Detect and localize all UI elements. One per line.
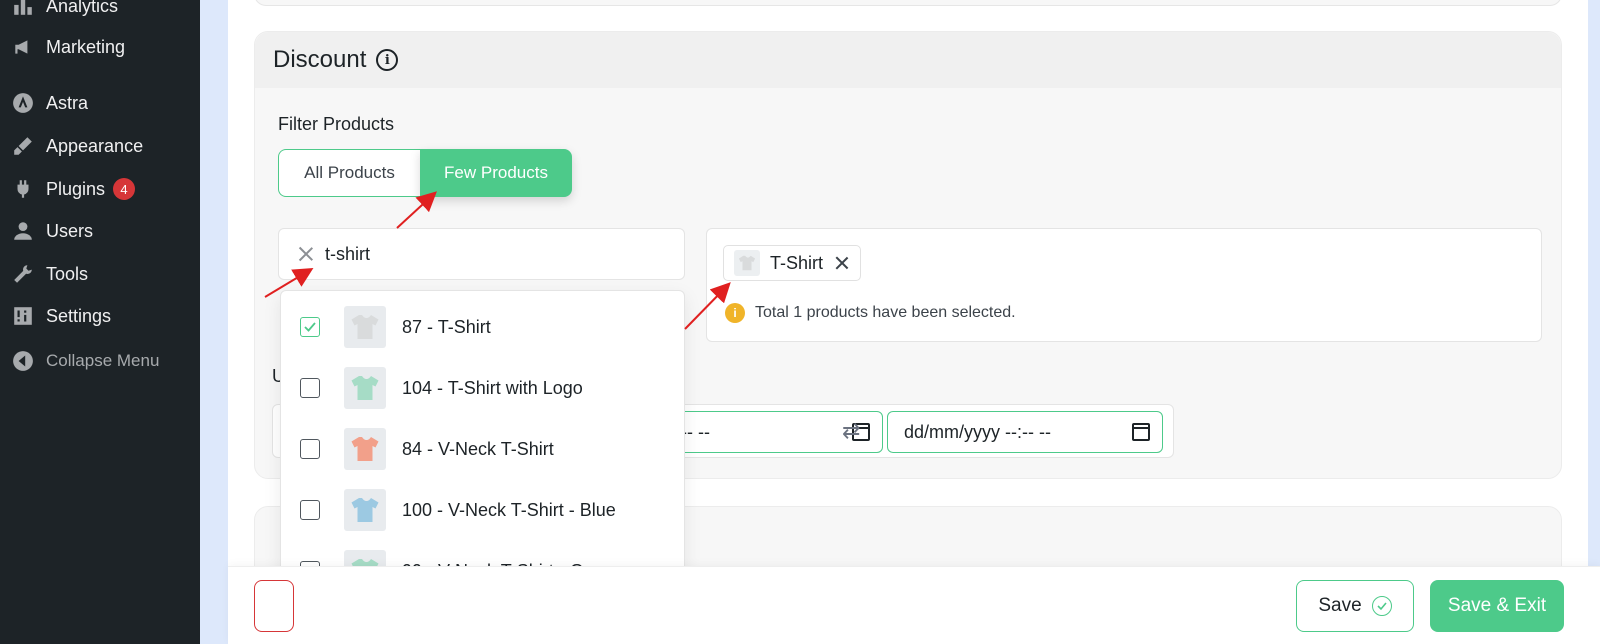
filter-products-toggle: All Products Few Products <box>278 149 572 197</box>
sliders-icon <box>10 304 36 328</box>
sidebar-item-tools[interactable]: Tools <box>0 254 200 294</box>
sidebar-item-label: Analytics <box>46 0 119 16</box>
save-label: Save <box>1318 595 1362 616</box>
option-label: 100 - V-Neck T-Shirt - Blue <box>402 499 616 520</box>
info-circle-icon: i <box>725 303 745 323</box>
selected-product-chip: T-Shirt <box>723 245 861 281</box>
swap-arrows-icon: ⇄ <box>842 418 861 443</box>
wrench-icon <box>10 262 36 286</box>
sidebar-item-label: Tools <box>46 263 89 284</box>
selected-products-box: T-Shirt i Total 1 products have been sel… <box>706 228 1542 342</box>
few-products-option[interactable]: Few Products <box>420 149 572 197</box>
selection-status-text: Total 1 products have been selected. <box>755 304 1016 321</box>
tshirt-thumbnail-icon <box>344 428 386 470</box>
card-title: Discount i <box>273 46 399 74</box>
sidebar-item-users[interactable]: Users <box>0 211 200 251</box>
check-circle-icon <box>1371 596 1392 616</box>
option-label: 84 - V-Neck T-Shirt <box>402 438 554 459</box>
product-search-box <box>278 228 685 280</box>
astra-icon <box>10 91 36 115</box>
discount-title: Discount <box>273 46 367 73</box>
sidebar-item-settings[interactable]: Settings <box>0 296 200 336</box>
remove-chip-icon[interactable] <box>835 256 849 270</box>
previous-card <box>254 0 1562 6</box>
tshirt-thumbnail-icon <box>344 489 386 531</box>
tshirt-thumbnail-icon <box>344 306 386 348</box>
selection-status: i Total 1 products have been selected. <box>725 303 1016 323</box>
sidebar-item-analytics[interactable]: Analytics <box>0 0 200 26</box>
info-icon[interactable]: i <box>376 49 399 71</box>
plugins-update-badge: 4 <box>113 178 136 200</box>
all-products-option[interactable]: All Products <box>278 149 420 197</box>
end-date-value: dd/mm/yyyy --:-- -- <box>904 421 1051 442</box>
calendar-icon[interactable] <box>1132 423 1150 441</box>
delete-button[interactable] <box>254 580 294 632</box>
brush-icon <box>10 134 36 158</box>
filter-products-label: Filter Products <box>278 114 395 134</box>
sidebar-item-label: Appearance <box>46 135 144 156</box>
product-search-input[interactable] <box>325 243 655 265</box>
sidebar-item-label: Users <box>46 220 94 241</box>
megaphone-icon <box>10 35 36 59</box>
sidebar-item-plugins[interactable]: Plugins 4 <box>0 169 200 209</box>
sidebar-item-appearance[interactable]: Appearance <box>0 126 200 166</box>
tshirt-thumbnail-icon <box>734 250 760 276</box>
clear-search-icon[interactable] <box>297 245 315 263</box>
sidebar-item-marketing[interactable]: Marketing <box>0 27 200 67</box>
admin-sidebar: Analytics Marketing Astra Appearance Plu… <box>0 0 200 644</box>
option-label: 104 - T-Shirt with Logo <box>402 377 583 398</box>
sidebar-item-astra[interactable]: Astra <box>0 83 200 123</box>
sidebar-item-label: Settings <box>46 305 112 326</box>
sidebar-item-label: Plugins <box>46 178 106 199</box>
option-checkbox[interactable] <box>300 378 320 398</box>
option-checkbox[interactable] <box>300 439 320 459</box>
chip-label: T-Shirt <box>770 252 824 273</box>
sidebar-item-label: Marketing <box>46 36 126 57</box>
dropdown-option[interactable]: 84 - V-Neck T-Shirt <box>281 421 684 477</box>
plug-icon <box>10 177 36 201</box>
save-and-exit-button[interactable]: Save & Exit <box>1430 580 1564 632</box>
collapse-icon <box>10 349 36 373</box>
dropdown-option[interactable]: 100 - V-Neck T-Shirt - Blue <box>281 482 684 538</box>
dropdown-option[interactable]: 87 - T-Shirt <box>281 299 684 355</box>
option-label: 87 - T-Shirt <box>402 316 491 337</box>
end-date-input[interactable]: dd/mm/yyyy --:-- -- <box>887 411 1163 453</box>
dropdown-option[interactable]: 104 - T-Shirt with Logo <box>281 360 684 416</box>
sidebar-item-label: Collapse Menu <box>46 351 160 370</box>
collapse-menu-button[interactable]: Collapse Menu <box>0 341 200 381</box>
user-icon <box>10 219 36 243</box>
bar-chart-icon <box>10 0 36 18</box>
option-checkbox[interactable] <box>300 317 320 337</box>
option-checkbox[interactable] <box>300 500 320 520</box>
sidebar-item-label: Astra <box>46 92 89 113</box>
tshirt-thumbnail-icon <box>344 367 386 409</box>
save-button[interactable]: Save <box>1296 580 1414 632</box>
card-header: Discount i <box>255 32 1561 88</box>
